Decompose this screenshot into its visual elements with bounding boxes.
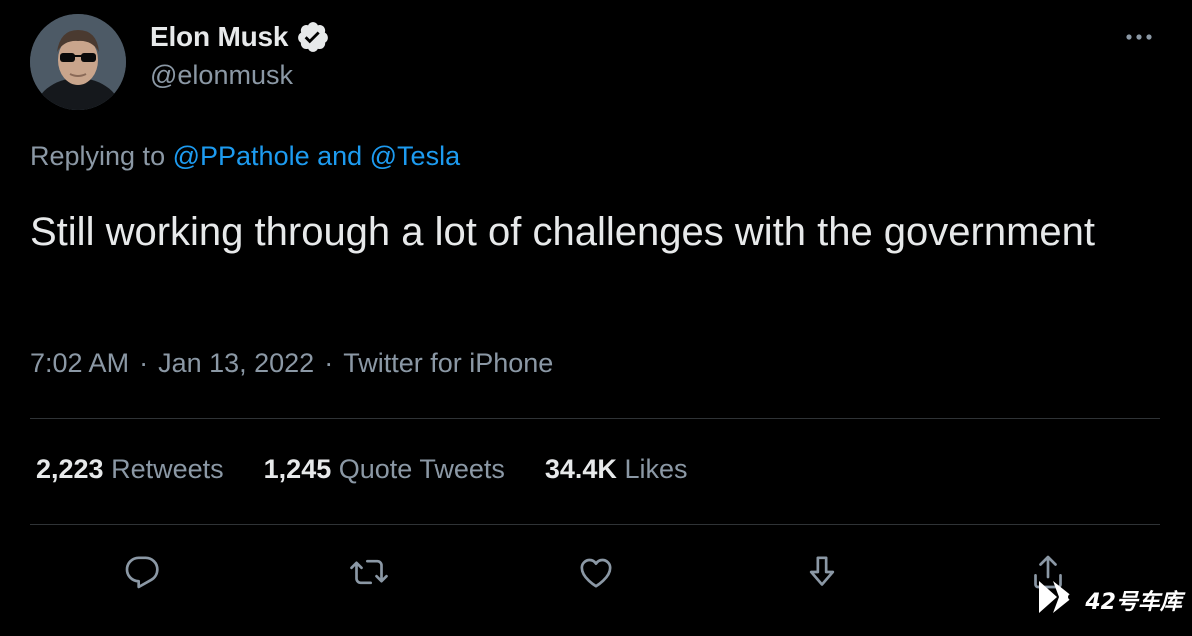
watermark: 42号车库 — [1035, 577, 1182, 622]
tweet-stats: 2,223 Retweets 1,245 Quote Tweets 34.4K … — [36, 454, 687, 485]
tweet-actions — [0, 548, 1192, 598]
tweet-source[interactable]: Twitter for iPhone — [343, 348, 553, 379]
divider — [30, 418, 1160, 419]
like-icon[interactable] — [572, 548, 620, 596]
retweets-stat[interactable]: 2,223 Retweets — [36, 454, 224, 485]
likes-label: Likes — [624, 454, 688, 484]
likes-count: 34.4K — [544, 454, 617, 484]
watermark-logo-icon — [1035, 577, 1079, 622]
author-display-name[interactable]: Elon Musk — [150, 21, 288, 53]
tweet-time[interactable]: 7:02 AM — [30, 348, 129, 379]
avatar[interactable] — [30, 14, 126, 110]
replying-to-prefix: Replying to — [30, 141, 166, 171]
more-options-icon[interactable] — [1122, 24, 1156, 50]
author-handle[interactable]: @elonmusk — [150, 60, 293, 91]
reply-icon[interactable] — [118, 548, 166, 596]
meta-separator: · — [324, 348, 334, 378]
divider — [30, 524, 1160, 525]
tweet-text: Still working through a lot of challenge… — [30, 210, 1096, 254]
likes-stat[interactable]: 34.4K Likes — [545, 454, 688, 485]
verified-badge-icon — [296, 20, 330, 54]
download-icon[interactable] — [798, 548, 846, 596]
retweet-icon[interactable] — [345, 548, 393, 596]
retweets-label: Retweets — [111, 454, 224, 484]
author-name-row: Elon Musk — [150, 20, 330, 54]
tweet-date[interactable]: Jan 13, 2022 — [158, 348, 314, 379]
quote-tweets-count: 1,245 — [263, 454, 332, 484]
replying-to-mentions[interactable]: @PPathole and @Tesla — [173, 141, 460, 171]
quote-tweets-label: Quote Tweets — [338, 454, 505, 484]
watermark-text: 42号车库 — [1085, 589, 1182, 615]
quote-tweets-stat[interactable]: 1,245 Quote Tweets — [264, 454, 505, 485]
tweet-meta: 7:02 AM · Jan 13, 2022 · Twitter for iPh… — [30, 348, 553, 379]
retweets-count: 2,223 — [36, 454, 104, 484]
tweet-detail: Elon Musk @elonmusk Replying to @PPathol… — [0, 0, 1192, 636]
replying-to: Replying to @PPathole and @Tesla — [30, 141, 460, 172]
meta-separator: · — [139, 348, 149, 378]
